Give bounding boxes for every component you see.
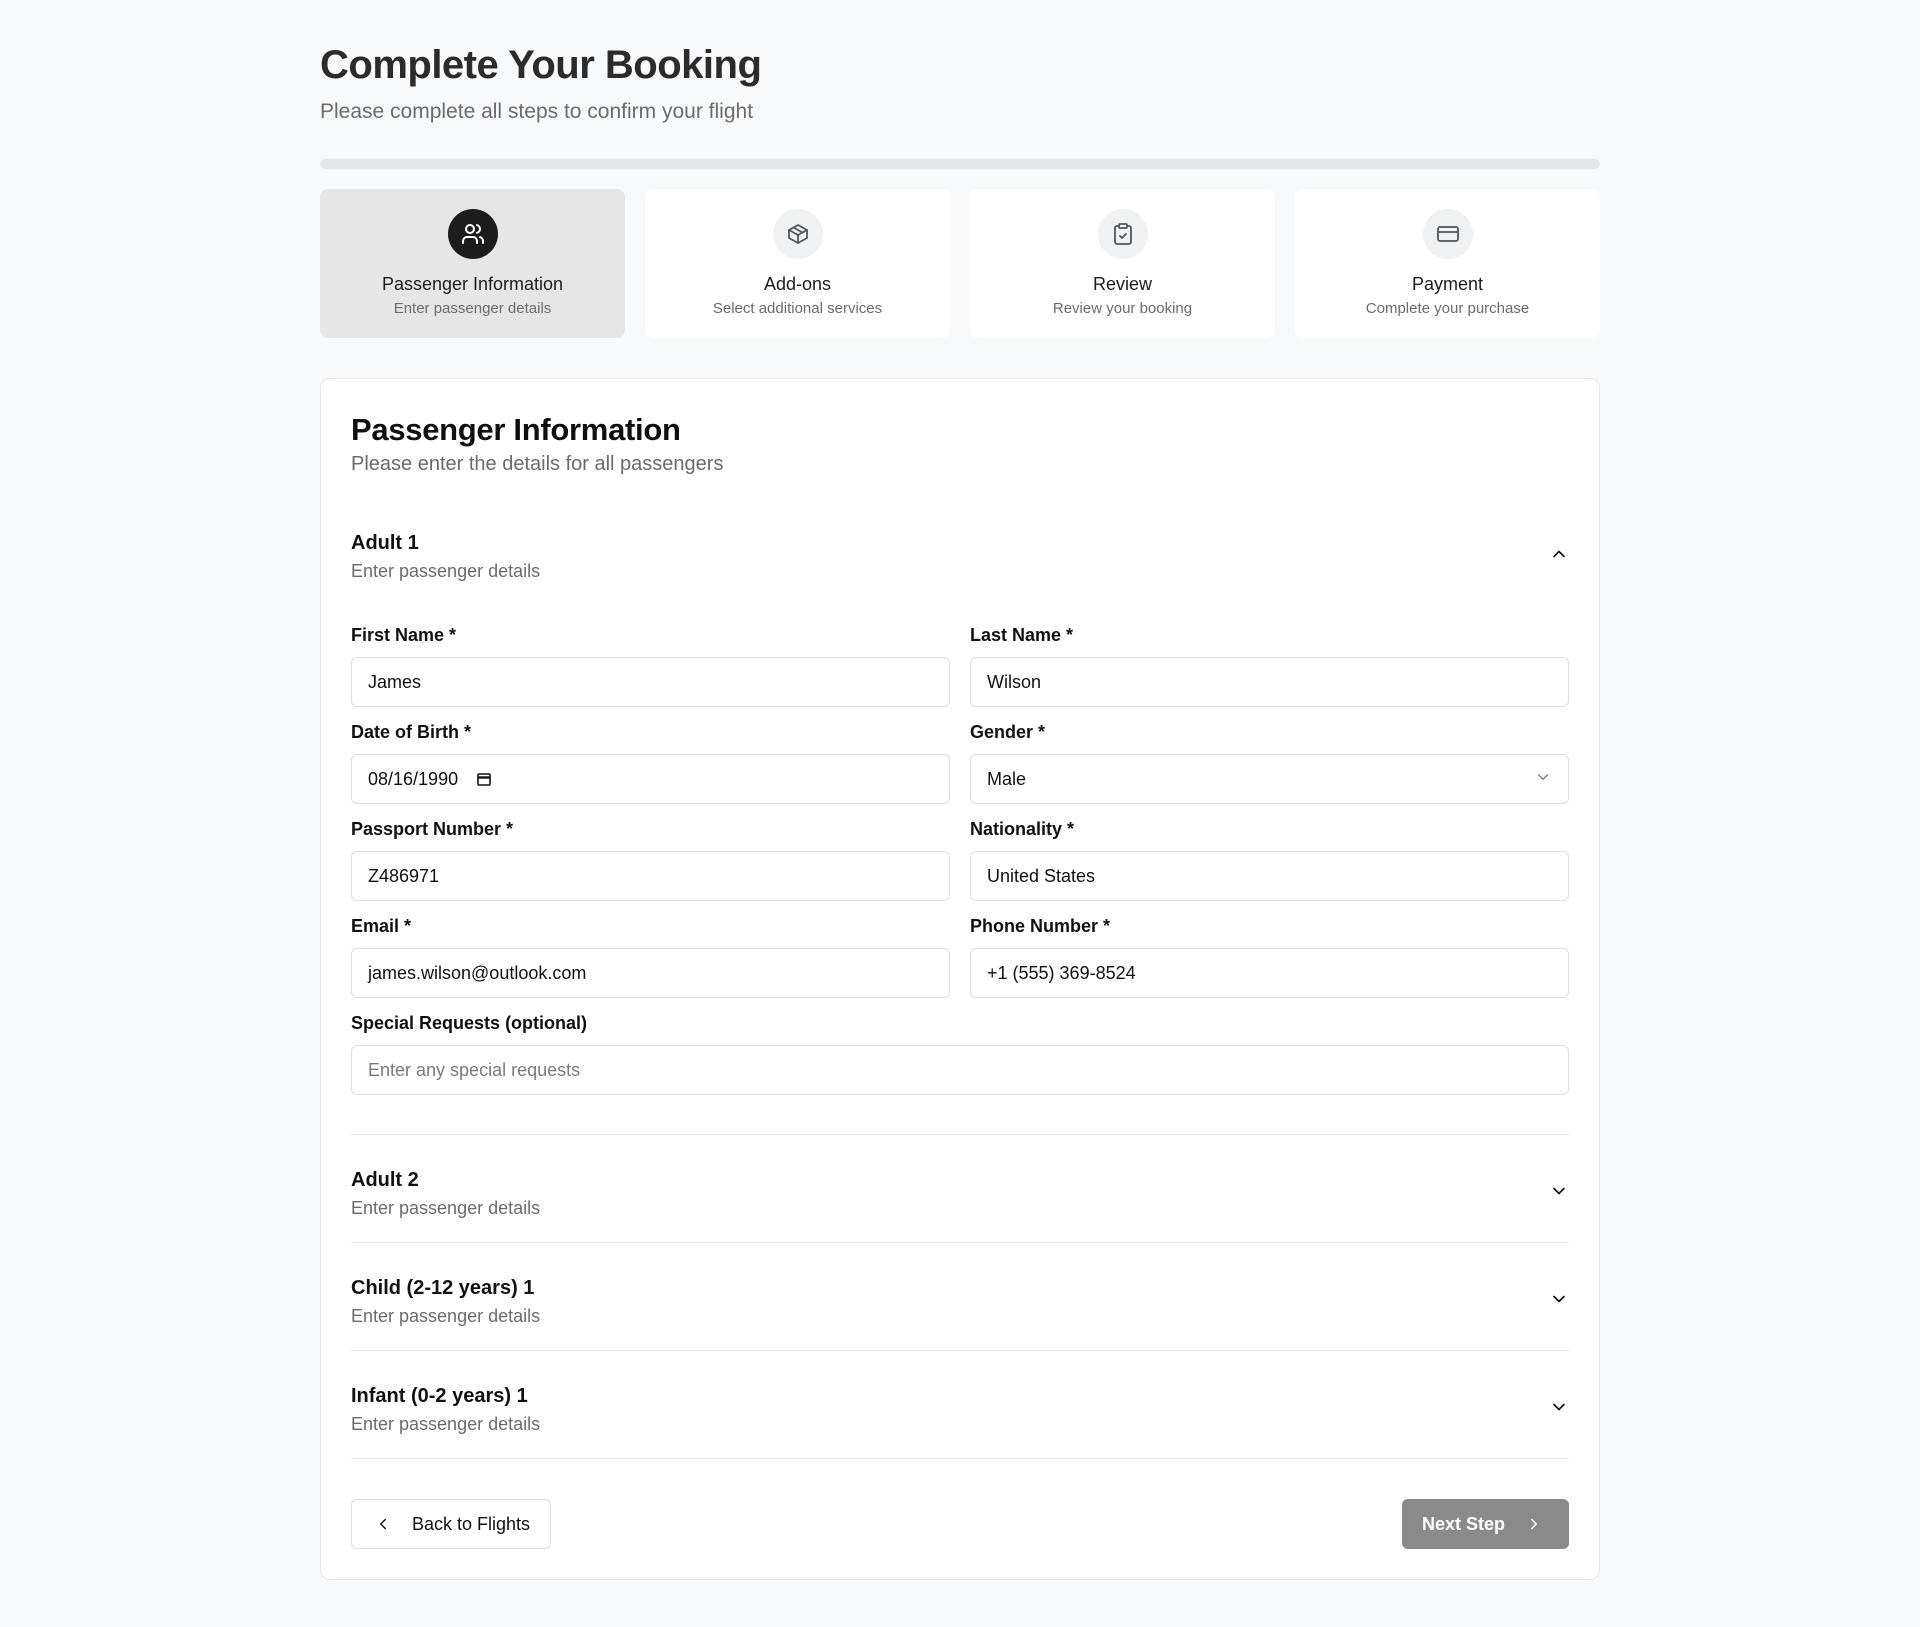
passenger-description: Enter passenger details bbox=[351, 1414, 541, 1434]
passenger-form: First Name * James Last Name * Wilson Da… bbox=[351, 623, 1569, 1108]
chevron-down-icon[interactable] bbox=[1549, 1289, 1569, 1314]
passenger-name: Adult 2 bbox=[351, 1169, 419, 1191]
first-name-label: First Name * bbox=[351, 625, 457, 645]
last-name-input[interactable]: Wilson bbox=[970, 657, 1569, 707]
page-title: Complete Your Booking bbox=[320, 43, 762, 87]
progress-bar bbox=[320, 159, 1600, 169]
step-title: Passenger Information bbox=[381, 274, 564, 294]
first-name-field: First Name * James bbox=[351, 623, 950, 707]
step-payment[interactable]: Payment Complete your purchase bbox=[1295, 189, 1600, 338]
next-step-label: Next Step bbox=[1421, 1513, 1505, 1534]
special-requests-label: Special Requests (optional) bbox=[351, 1013, 588, 1033]
passenger-description: Enter passenger details bbox=[351, 561, 541, 581]
booking-page: Complete Your Booking Please complete al… bbox=[320, 0, 1600, 1580]
chevron-down-icon[interactable] bbox=[1549, 1181, 1569, 1206]
passenger-section-infant-1: Infant (0-2 years) 1 Enter passenger det… bbox=[351, 1350, 1569, 1459]
passenger-section-adult-2: Adult 2 Enter passenger details bbox=[351, 1134, 1569, 1242]
chevron-down-icon[interactable] bbox=[1549, 1397, 1569, 1422]
next-step-button[interactable]: Next Step bbox=[1401, 1499, 1569, 1549]
clipboard-check-icon bbox=[1097, 209, 1148, 259]
step-description: Complete your purchase bbox=[1365, 300, 1530, 317]
gender-field: Gender * Male bbox=[970, 720, 1569, 804]
step-add-ons[interactable]: Add-ons Select additional services bbox=[645, 189, 950, 338]
passenger-description: Enter passenger details bbox=[351, 1198, 541, 1218]
nationality-label: Nationality * bbox=[970, 819, 1075, 839]
passenger-section-child-1: Child (2-12 years) 1 Enter passenger det… bbox=[351, 1242, 1569, 1350]
email-input[interactable]: james.wilson@outlook.com bbox=[351, 948, 950, 998]
date-of-birth-value: 08/16/1990 bbox=[368, 768, 459, 789]
last-name-field: Last Name * Wilson bbox=[970, 623, 1569, 707]
passenger-section-adult-1: Adult 1 Enter passenger details First Na… bbox=[351, 530, 1569, 1108]
passenger-section-header[interactable]: Infant (0-2 years) 1 Enter passenger det… bbox=[351, 1383, 1569, 1436]
step-navigation: Passenger Information Enter passenger de… bbox=[320, 189, 1600, 338]
step-description: Review your booking bbox=[1052, 300, 1193, 317]
gender-value: Male bbox=[987, 768, 1027, 789]
date-of-birth-label: Date of Birth * bbox=[351, 722, 472, 742]
passport-number-input[interactable]: Z486971 bbox=[351, 851, 950, 901]
step-description: Enter passenger details bbox=[393, 300, 552, 317]
nationality-field: Nationality * United States bbox=[970, 817, 1569, 901]
phone-number-field: Phone Number * +1 (555) 369-8524 bbox=[970, 914, 1569, 998]
passenger-information-card: Passenger Information Please enter the d… bbox=[320, 378, 1600, 1580]
passenger-section-header[interactable]: Adult 1 Enter passenger details bbox=[351, 530, 1569, 583]
passenger-section-header[interactable]: Child (2-12 years) 1 Enter passenger det… bbox=[351, 1275, 1569, 1328]
step-title: Add-ons bbox=[763, 274, 832, 294]
back-to-flights-label: Back to Flights bbox=[412, 1513, 531, 1534]
phone-number-label: Phone Number * bbox=[970, 916, 1111, 936]
passenger-description: Enter passenger details bbox=[351, 1306, 541, 1326]
credit-card-icon bbox=[1422, 209, 1473, 259]
step-review[interactable]: Review Review your booking bbox=[970, 189, 1275, 338]
step-description: Select additional services bbox=[712, 300, 883, 317]
chevron-left-icon bbox=[374, 1515, 392, 1533]
gender-select[interactable]: Male bbox=[970, 754, 1569, 804]
last-name-label: Last Name * bbox=[970, 625, 1074, 645]
passport-number-label: Passport Number * bbox=[351, 819, 514, 839]
date-of-birth-input[interactable]: 08/16/1990 bbox=[351, 754, 950, 804]
special-requests-field: Special Requests (optional) Enter any sp… bbox=[351, 1011, 1569, 1095]
passenger-name: Child (2-12 years) 1 bbox=[351, 1277, 535, 1299]
card-title: Passenger Information bbox=[351, 412, 681, 447]
chevron-up-icon[interactable] bbox=[1549, 544, 1569, 569]
package-icon bbox=[772, 209, 823, 259]
passenger-section-header[interactable]: Adult 2 Enter passenger details bbox=[351, 1167, 1569, 1220]
passenger-name: Adult 1 bbox=[351, 532, 419, 554]
users-icon bbox=[447, 209, 498, 259]
form-actions: Back to Flights Next Step bbox=[351, 1499, 1569, 1549]
first-name-input[interactable]: James bbox=[351, 657, 950, 707]
back-to-flights-button[interactable]: Back to Flights bbox=[351, 1499, 552, 1549]
passenger-name: Infant (0-2 years) 1 bbox=[351, 1385, 528, 1407]
chevron-right-icon bbox=[1525, 1515, 1543, 1533]
step-title: Payment bbox=[1411, 274, 1484, 294]
passport-number-field: Passport Number * Z486971 bbox=[351, 817, 950, 901]
card-subtitle: Please enter the details for all passeng… bbox=[351, 453, 724, 475]
email-label: Email * bbox=[351, 916, 412, 936]
email-field: Email * james.wilson@outlook.com bbox=[351, 914, 950, 998]
step-title: Review bbox=[1092, 274, 1153, 294]
page-subtitle: Please complete all steps to confirm you… bbox=[320, 100, 754, 123]
special-requests-input[interactable]: Enter any special requests bbox=[351, 1045, 1569, 1095]
chevron-down-icon bbox=[1534, 768, 1552, 791]
gender-label: Gender * bbox=[970, 722, 1046, 742]
phone-number-input[interactable]: +1 (555) 369-8524 bbox=[970, 948, 1569, 998]
date-of-birth-field: Date of Birth * 08/16/1990 bbox=[351, 720, 950, 804]
nationality-input[interactable]: United States bbox=[970, 851, 1569, 901]
calendar-icon[interactable] bbox=[476, 771, 492, 787]
step-passenger-information[interactable]: Passenger Information Enter passenger de… bbox=[320, 189, 625, 338]
